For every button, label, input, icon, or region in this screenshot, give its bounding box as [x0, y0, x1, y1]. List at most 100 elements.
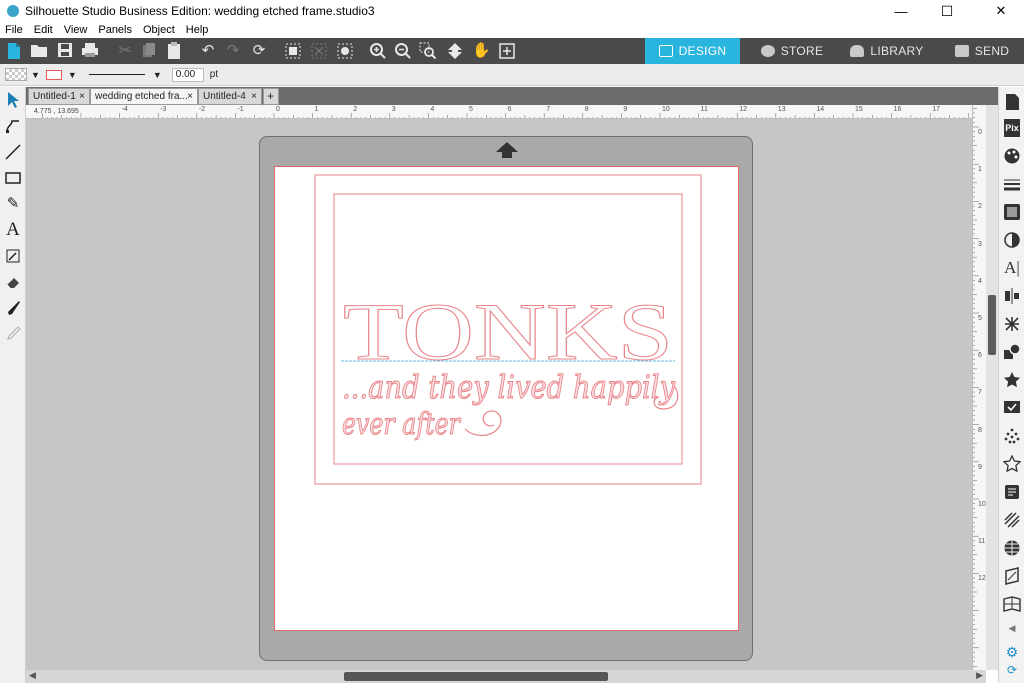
palette-icon[interactable] [1003, 147, 1021, 165]
zoom-in-icon[interactable] [369, 42, 387, 60]
horizontal-scroll-thumb[interactable] [344, 672, 608, 681]
vertical-scrollbar[interactable] [986, 105, 998, 670]
replicate-icon[interactable] [1003, 315, 1021, 333]
ruler-label: 6 [507, 106, 512, 113]
new-tab-button[interactable]: + [263, 88, 279, 105]
sync-icon[interactable]: ⟳ [1003, 661, 1021, 679]
paste-icon[interactable] [165, 42, 183, 60]
maximize-button[interactable]: ☐ [924, 0, 970, 22]
line-icon[interactable] [4, 143, 22, 161]
zoom-out-icon[interactable] [394, 42, 412, 60]
line-color-dropdown-icon[interactable]: ▼ [68, 70, 77, 80]
emboss-icon[interactable] [1003, 595, 1021, 613]
fill-pattern-icon[interactable] [1003, 203, 1021, 221]
cut-icon[interactable]: ✂ [116, 42, 134, 60]
fit-page-icon[interactable] [498, 42, 516, 60]
copy-icon[interactable] [140, 42, 158, 60]
trace-panel-icon[interactable] [1003, 399, 1021, 417]
ruler-label: 3 [978, 240, 982, 248]
horizontal-scrollbar[interactable]: ◀ ▶ [26, 670, 986, 683]
group-icon[interactable] [284, 42, 302, 60]
undo-icon[interactable]: ↶ [199, 42, 217, 60]
eraser-icon[interactable] [4, 273, 22, 291]
pencil-icon[interactable]: ✎ [4, 195, 22, 213]
trace-tool-icon[interactable] [4, 247, 22, 265]
ruler-label: 15 [855, 106, 863, 113]
close-tab-icon[interactable]: × [79, 89, 85, 104]
scroll-left-icon[interactable]: ◀ [29, 670, 36, 681]
pan-down-icon[interactable] [446, 42, 464, 60]
close-tab-icon[interactable]: × [251, 89, 257, 104]
scroll-right-icon[interactable]: ▶ [976, 670, 983, 681]
trace-icon[interactable] [336, 42, 354, 60]
save-icon[interactable] [56, 42, 74, 60]
eyedropper-icon[interactable] [4, 325, 22, 343]
feed-direction-arrow-icon [495, 141, 519, 162]
line-style-dropdown-icon[interactable]: ▼ [153, 70, 162, 80]
ruler-label: 0 [978, 129, 982, 136]
menu-file[interactable]: File [5, 24, 23, 36]
zoom-select-icon[interactable] [419, 42, 437, 60]
ruler-label: 7 [978, 389, 982, 397]
line-width-field[interactable]: 0.00 [171, 67, 204, 82]
vertical-scroll-thumb[interactable] [988, 295, 996, 355]
doc-tab-untitled-1[interactable]: Untitled-1 × [28, 88, 90, 105]
modify-icon[interactable] [1003, 343, 1021, 361]
ruler-label: 8 [978, 426, 982, 434]
minimize-button[interactable]: — [878, 0, 924, 22]
offset-icon[interactable] [1003, 371, 1021, 389]
layers-icon[interactable] [1003, 511, 1021, 529]
script-line-2: ever after [342, 407, 461, 442]
close-button[interactable]: ✕ [978, 0, 1024, 22]
close-tab-icon[interactable]: × [187, 89, 193, 104]
hand-icon[interactable]: ✋ [472, 42, 491, 60]
fill-dropdown-icon[interactable]: ▼ [31, 70, 40, 80]
nesting-icon[interactable] [1003, 567, 1021, 585]
hatch-icon[interactable] [1003, 539, 1021, 557]
line-color-swatch[interactable] [45, 69, 62, 80]
knife-icon[interactable] [4, 299, 22, 317]
redraw-icon[interactable]: ⟳ [250, 42, 268, 60]
text-icon[interactable]: A [4, 220, 22, 239]
page-area: TONKS ...and they lived happily ever aft… [274, 166, 739, 631]
panel-collapse-icon[interactable]: ◀ [1003, 619, 1021, 637]
ruler-label: 5 [469, 106, 473, 113]
doc-tab-wedding-etched-frame[interactable]: wedding etched fra... × [90, 88, 198, 105]
favorites-icon[interactable] [1003, 483, 1021, 501]
point-edit-icon[interactable] [4, 117, 22, 135]
menu-object[interactable]: Object [143, 24, 175, 36]
print-icon[interactable] [81, 42, 99, 60]
script-line-1: ...and they lived happily [342, 368, 676, 406]
design-canvas[interactable]: TONKS ...and they lived happily ever aft… [26, 119, 972, 670]
redo-icon[interactable]: ↷ [224, 42, 242, 60]
line-width-unit: pt [209, 69, 219, 80]
tab-store-label: STORE [780, 44, 824, 58]
ruler-label: 11 [978, 538, 986, 546]
menu-edit[interactable]: Edit [34, 24, 53, 36]
sketch-icon[interactable] [1003, 427, 1021, 445]
ungroup-icon[interactable] [310, 42, 328, 60]
new-document-icon[interactable] [5, 42, 23, 60]
rhinestone-icon[interactable] [1002, 454, 1022, 473]
fill-swatch[interactable] [5, 68, 27, 81]
menu-view[interactable]: View [64, 24, 88, 36]
line-style-icon[interactable] [1003, 175, 1021, 193]
text-style-icon[interactable]: A| [1003, 259, 1021, 277]
settings-icon[interactable]: ⚙ [1003, 643, 1021, 661]
align-icon[interactable] [1003, 287, 1021, 305]
line-style-preview[interactable] [88, 73, 145, 76]
open-icon[interactable] [30, 42, 48, 60]
select-arrow-icon[interactable] [4, 91, 22, 109]
menu-panels[interactable]: Panels [98, 24, 132, 36]
rectangle-icon[interactable] [4, 169, 22, 187]
ruler-label: 12 [739, 106, 747, 113]
tab-store[interactable]: STORE [752, 38, 832, 64]
tab-library[interactable]: LIBRARY [842, 38, 932, 64]
doc-tab-untitled-4[interactable]: Untitled-4 × [198, 88, 262, 105]
tab-design[interactable]: DESIGN [645, 38, 740, 64]
pixscan-icon[interactable]: Pix [1004, 119, 1020, 137]
menu-help[interactable]: Help [186, 24, 209, 36]
tab-send[interactable]: SEND [942, 38, 1022, 64]
gradient-icon[interactable] [1003, 231, 1021, 249]
page-setup-icon[interactable] [1003, 93, 1021, 111]
